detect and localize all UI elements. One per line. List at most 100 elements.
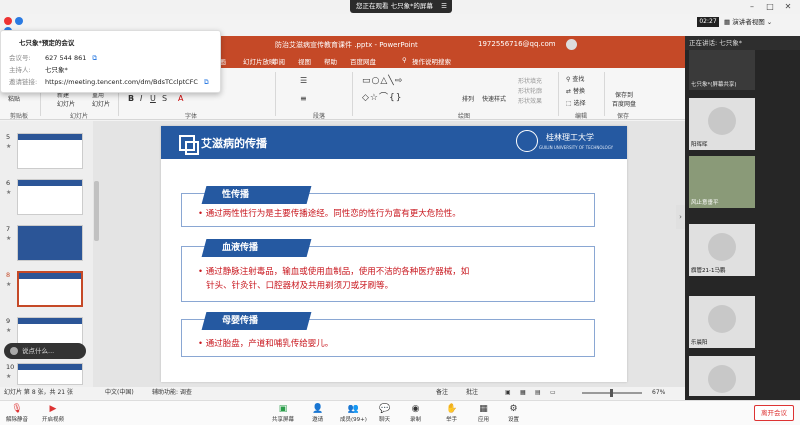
notes-button[interactable]: 备注 bbox=[436, 387, 448, 399]
participant-tile[interactable]: 乐晨阳 bbox=[689, 296, 755, 348]
zoom-level[interactable]: 67% bbox=[652, 387, 665, 399]
university-seal-icon bbox=[516, 130, 538, 152]
squares-icon bbox=[179, 135, 199, 155]
zoom-slider[interactable] bbox=[582, 389, 642, 397]
participant-tile[interactable] bbox=[689, 356, 755, 396]
copy-icon[interactable]: ⧉ bbox=[204, 78, 209, 86]
accessibility-status[interactable]: 辅助功能: 调查 bbox=[152, 387, 192, 399]
tell-me-search[interactable]: 操作说明搜索 bbox=[412, 56, 451, 66]
arrange-button[interactable]: 排列 bbox=[462, 94, 474, 103]
slide-thumbnail-5[interactable] bbox=[17, 133, 83, 169]
participant-tile[interactable]: 七只象*(屏幕共享) bbox=[689, 50, 755, 90]
participant-tile[interactable]: 阳晖晖 bbox=[689, 98, 755, 150]
members-button[interactable]: 👥 成员(99+) bbox=[340, 403, 367, 423]
raise-hand-button[interactable]: ✋ 举手 bbox=[446, 403, 457, 423]
close-icon[interactable]: ✕ bbox=[780, 0, 796, 14]
meeting-info-popup: 七只象*预定的会议 会议号: 627 544 861 ⧉ 主持人: 七只象* 邀请链接… bbox=[0, 30, 221, 93]
record-button[interactable]: ◉ 录制 bbox=[410, 403, 421, 423]
strike-button[interactable]: S bbox=[162, 94, 167, 103]
slide-thumbnail-7[interactable] bbox=[17, 225, 83, 261]
account-email[interactable]: 1972556716@qq.com bbox=[478, 40, 556, 48]
shape-effects-button[interactable]: 形状效果 bbox=[518, 96, 542, 105]
shape-outline-button[interactable]: 形状轮廓 bbox=[518, 86, 542, 95]
thumbnail-scrollbar[interactable] bbox=[93, 121, 100, 387]
section-blood: 血液传播 • 通过静脉注射毒品，输血或使用血制品，使用不洁的各种医疗器械，如 针… bbox=[181, 239, 595, 302]
comments-button[interactable]: 批注 bbox=[466, 387, 478, 399]
thumb-star: ★ bbox=[6, 235, 12, 242]
thumb-star: ★ bbox=[6, 281, 12, 288]
chat-input[interactable]: 说点什么... bbox=[4, 343, 86, 359]
reading-view-icon[interactable]: ▤ bbox=[535, 387, 541, 399]
language[interactable]: 中文(中国) bbox=[105, 387, 134, 399]
mute-button[interactable]: 🎙 解除静音 bbox=[6, 403, 28, 423]
bullets-icon[interactable]: ☰ bbox=[300, 76, 307, 85]
shapes-gallery-row2[interactable]: ◇☆⌒{} bbox=[362, 90, 402, 103]
viewing-banner: 您正在观看 七只象*的屏幕 ☰ bbox=[350, 0, 452, 13]
invite-icon: 👤 bbox=[312, 404, 324, 414]
shield-icon[interactable] bbox=[15, 17, 23, 25]
thumb-number: 7 bbox=[6, 225, 11, 233]
tab-review[interactable]: 审阅 bbox=[272, 56, 285, 66]
scrollbar-thumb[interactable] bbox=[94, 181, 99, 241]
select-button[interactable]: ⬚ 选择 bbox=[566, 98, 586, 107]
find-button[interactable]: ⚲ 查找 bbox=[566, 74, 584, 83]
chat-label: 聊天 bbox=[379, 417, 391, 423]
normal-view-icon[interactable]: ▣ bbox=[505, 387, 511, 399]
replace-button[interactable]: ⇄ 替换 bbox=[566, 86, 585, 95]
tab-help[interactable]: 帮助 bbox=[324, 56, 337, 66]
video-button[interactable]: ▶ 开启视频 bbox=[42, 403, 64, 423]
align-icon[interactable]: ≡ bbox=[300, 94, 307, 103]
select-label: 选择 bbox=[573, 100, 586, 107]
mute-label: 解除静音 bbox=[6, 417, 29, 423]
section-label: 母婴传播 bbox=[201, 312, 312, 330]
section-text: • 通过胎盘，产道和哺乳传给婴儿。 bbox=[198, 339, 334, 349]
avatar bbox=[708, 107, 736, 135]
tab-baidu[interactable]: 百度网盘 bbox=[350, 56, 376, 66]
slide-thumbnail-6[interactable] bbox=[17, 179, 83, 215]
invite-link-label: 邀请链接: bbox=[9, 78, 38, 86]
shapes-gallery[interactable]: ▭○△╲⇨ bbox=[362, 76, 403, 86]
slide-thumbnail-8[interactable] bbox=[17, 271, 83, 307]
meeting-info-title: 七只象*预定的会议 bbox=[19, 39, 75, 47]
save-to-baidu-button[interactable]: 保存到 百度网盘 bbox=[612, 90, 636, 108]
slide-thumbnail-10[interactable] bbox=[17, 363, 83, 385]
tab-view[interactable]: 视图 bbox=[298, 56, 311, 66]
section-mother-child: 母婴传播 • 通过胎盘，产道和哺乳传给婴儿。 bbox=[181, 312, 595, 357]
avatar[interactable] bbox=[566, 39, 577, 50]
current-slide[interactable]: 艾滋病的传播 桂林理工大学 GUILIN UNIVERSITY OF TECHN… bbox=[161, 126, 627, 382]
chat-button[interactable]: 💬 聊天 bbox=[379, 403, 390, 423]
share-screen-button[interactable]: ▣ 共享屏幕 bbox=[272, 403, 294, 423]
shape-fill-button[interactable]: 形状填充 bbox=[518, 76, 542, 85]
italic-button[interactable]: I bbox=[140, 94, 142, 103]
quick-styles-button[interactable]: 快速样式 bbox=[482, 94, 506, 103]
invite-link-value[interactable]: https://meeting.tencent.com/dm/BdsTCclpt… bbox=[45, 78, 198, 86]
camera-off-icon: ▶ bbox=[49, 404, 57, 414]
apps-button[interactable]: ▦ 应用 bbox=[478, 403, 489, 423]
invite-button[interactable]: 👤 邀请 bbox=[312, 403, 323, 423]
record-label: 录制 bbox=[410, 417, 422, 423]
menu-icon[interactable]: ☰ bbox=[441, 0, 447, 13]
group-clipboard: 剪贴板 bbox=[10, 113, 29, 120]
leave-meeting-button[interactable]: 离开会议 bbox=[754, 405, 794, 421]
settings-button[interactable]: ⚙ 设置 bbox=[508, 403, 519, 423]
section-label: 血液传播 bbox=[201, 239, 312, 257]
font-color-button[interactable]: A bbox=[178, 94, 183, 103]
minimize-icon[interactable]: – bbox=[744, 0, 760, 14]
tab-slideshow[interactable]: 幻灯片放映 bbox=[243, 56, 276, 66]
collapse-panel-arrow-icon[interactable]: › bbox=[676, 205, 685, 229]
group-font: 字体 bbox=[185, 113, 198, 120]
group-paragraph: 段落 bbox=[313, 113, 326, 120]
record-indicator-icon[interactable] bbox=[4, 17, 12, 25]
participant-tile[interactable]: 风止意垂平 bbox=[689, 156, 755, 208]
meeting-id-value[interactable]: 627 544 861 bbox=[45, 54, 86, 62]
paste-button[interactable]: 粘贴 bbox=[8, 94, 20, 103]
participant-tile[interactable]: 旗管21-1马鹏 bbox=[689, 224, 755, 276]
copy-icon[interactable]: ⧉ bbox=[92, 54, 97, 62]
members-label: 成员(99+) bbox=[340, 417, 367, 423]
bold-button[interactable]: B bbox=[128, 94, 134, 103]
underline-button[interactable]: U bbox=[150, 94, 156, 103]
sorter-view-icon[interactable]: ▦ bbox=[520, 387, 526, 399]
slideshow-icon[interactable]: ▭ bbox=[550, 387, 556, 399]
maximize-icon[interactable]: □ bbox=[762, 0, 778, 14]
speaker-view-button[interactable]: ▦ 演讲者视图 ⌄ bbox=[724, 16, 782, 28]
